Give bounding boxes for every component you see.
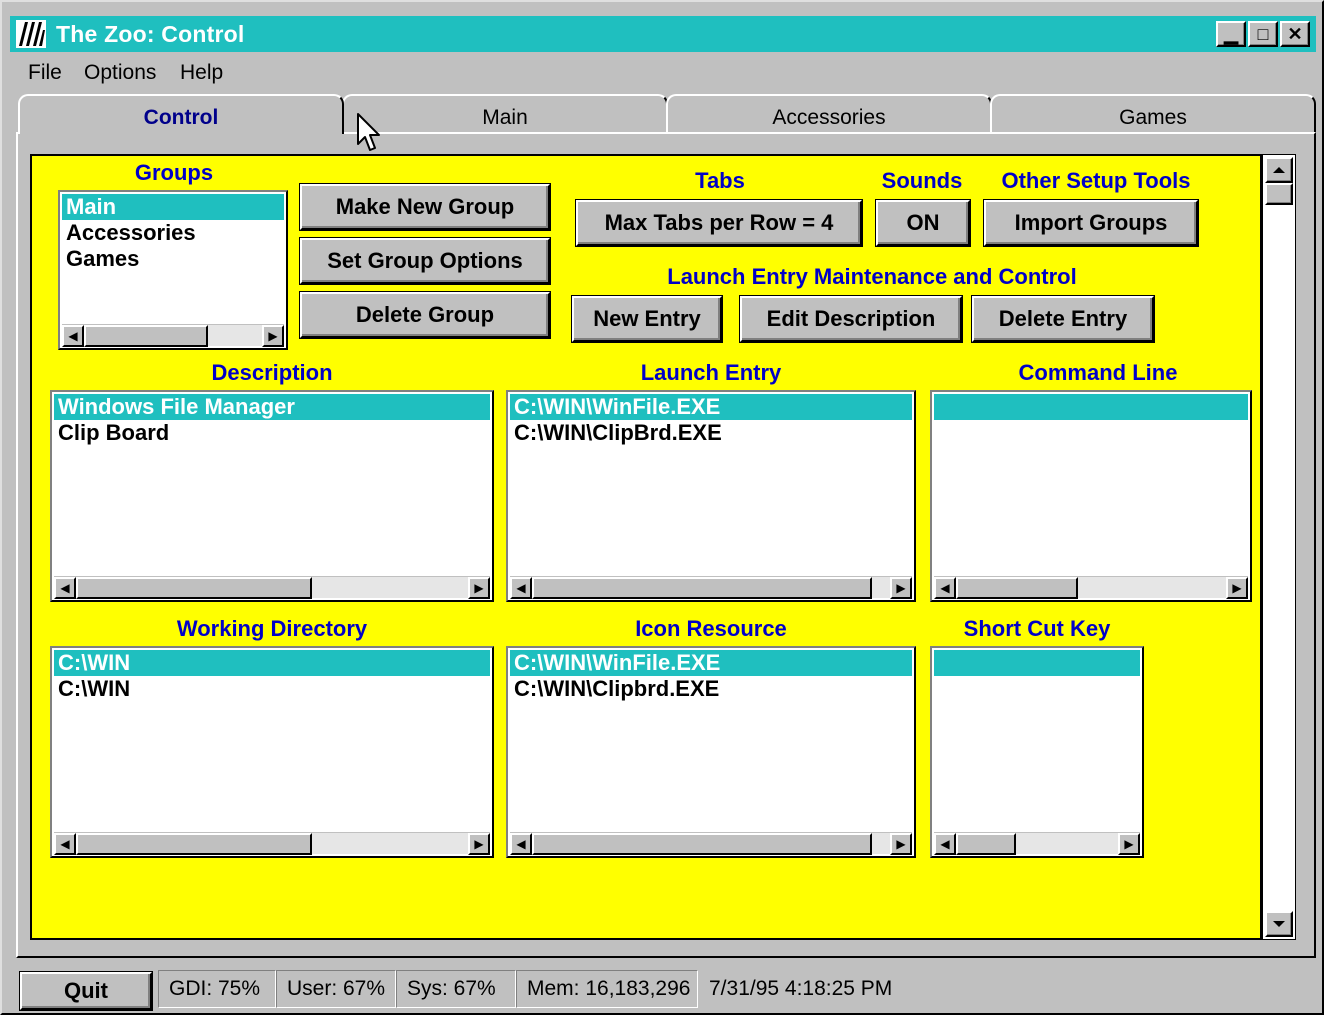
- launch-entry-listbox[interactable]: C:\WIN\WinFile.EXE C:\WIN\ClipBrd.EXE ◀ …: [506, 390, 916, 602]
- scroll-right-arrow-icon[interactable]: ▶: [1118, 833, 1140, 855]
- scroll-right-arrow-icon[interactable]: ▶: [1226, 577, 1248, 599]
- list-item[interactable]: Accessories: [62, 220, 284, 246]
- tab-accessories[interactable]: Accessories: [666, 94, 992, 134]
- scroll-right-arrow-icon[interactable]: ▶: [468, 577, 490, 599]
- import-groups-button[interactable]: Import Groups: [984, 200, 1198, 246]
- delete-group-button[interactable]: Delete Group: [300, 292, 550, 338]
- horizontal-scrollbar[interactable]: ◀ ▶: [934, 832, 1140, 855]
- horizontal-scrollbar[interactable]: ◀ ▶: [54, 576, 490, 599]
- scroll-thumb[interactable]: [84, 325, 208, 347]
- maximize-icon: □: [1257, 23, 1269, 44]
- list-item[interactable]: Games: [62, 246, 284, 272]
- scroll-thumb[interactable]: [956, 577, 1078, 599]
- description-label: Description: [211, 360, 333, 385]
- max-tabs-per-row-button[interactable]: Max Tabs per Row = 4: [576, 200, 862, 246]
- scroll-thumb[interactable]: [532, 577, 872, 599]
- memory-status: Mem: 16,183,296: [516, 970, 698, 1008]
- scroll-up-arrow-icon[interactable]: [1265, 157, 1293, 183]
- scroll-right-arrow-icon[interactable]: ▶: [890, 833, 912, 855]
- tab-games[interactable]: Games: [990, 94, 1316, 134]
- make-new-group-button[interactable]: Make New Group: [300, 184, 550, 230]
- list-item[interactable]: C:\WIN\WinFile.EXE: [510, 394, 912, 420]
- vertical-scrollbar[interactable]: [1262, 154, 1296, 940]
- list-item[interactable]: C:\WIN\Clipbrd.EXE: [510, 676, 912, 702]
- datetime-status: 7/31/95 4:18:25 PM: [709, 977, 893, 1000]
- edit-description-button[interactable]: Edit Description: [740, 296, 962, 342]
- scroll-right-arrow-icon[interactable]: ▶: [890, 577, 912, 599]
- scroll-left-arrow-icon[interactable]: ◀: [510, 833, 532, 855]
- quit-button[interactable]: Quit: [20, 972, 152, 1010]
- scroll-down-arrow-icon[interactable]: [1265, 911, 1293, 937]
- delete-entry-button[interactable]: Delete Entry: [972, 296, 1154, 342]
- horizontal-scrollbar[interactable]: ◀ ▶: [62, 324, 284, 347]
- zebra-icon: [16, 20, 46, 48]
- horizontal-scrollbar[interactable]: ◀ ▶: [934, 576, 1248, 599]
- user-status: User: 67%: [276, 970, 396, 1008]
- minimize-icon: ▁: [1224, 23, 1238, 44]
- close-icon: ✕: [1287, 23, 1303, 44]
- app-window: The Zoo: Control ▁ □ ✕ File Options Help…: [0, 0, 1324, 1015]
- scroll-thumb[interactable]: [76, 577, 312, 599]
- description-listbox[interactable]: Windows File Manager Clip Board ◀ ▶: [50, 390, 494, 602]
- sounds-toggle-button[interactable]: ON: [876, 200, 970, 246]
- groups-label: Groups: [134, 160, 214, 185]
- maximize-button[interactable]: □: [1248, 21, 1278, 47]
- status-bar: Quit GDI: 75% User: 67% Sys: 67% Mem: 16…: [10, 964, 1316, 1012]
- tab-control[interactable]: Control: [18, 94, 344, 134]
- gdi-status: GDI: 75%: [158, 970, 276, 1008]
- sounds-label: Sounds: [881, 168, 963, 193]
- command-line-label: Command Line: [1018, 360, 1178, 385]
- scroll-thumb[interactable]: [76, 833, 312, 855]
- list-item[interactable]: [934, 394, 1248, 420]
- mouse-cursor-icon: [357, 113, 380, 151]
- tabs-label: Tabs: [695, 168, 745, 193]
- scroll-thumb[interactable]: [1265, 183, 1293, 205]
- short-cut-key-label: Short Cut Key: [963, 616, 1111, 641]
- menu-help[interactable]: Help: [180, 60, 223, 86]
- scroll-right-arrow-icon[interactable]: ▶: [262, 325, 284, 347]
- scroll-left-arrow-icon[interactable]: ◀: [62, 325, 84, 347]
- list-item[interactable]: C:\WIN\WinFile.EXE: [510, 650, 912, 676]
- icon-resource-label: Icon Resource: [635, 616, 787, 641]
- menu-options[interactable]: Options: [84, 60, 156, 86]
- menu-bar: File Options Help: [10, 54, 1316, 90]
- command-line-listbox[interactable]: ◀ ▶: [930, 390, 1252, 602]
- list-item[interactable]: Windows File Manager: [54, 394, 490, 420]
- horizontal-scrollbar[interactable]: ◀ ▶: [54, 832, 490, 855]
- new-entry-button[interactable]: New Entry: [572, 296, 722, 342]
- horizontal-scrollbar[interactable]: ◀ ▶: [510, 832, 912, 855]
- list-item[interactable]: [934, 650, 1140, 676]
- list-item[interactable]: C:\WIN: [54, 650, 490, 676]
- scroll-left-arrow-icon[interactable]: ◀: [54, 833, 76, 855]
- icon-resource-listbox[interactable]: C:\WIN\WinFile.EXE C:\WIN\Clipbrd.EXE ◀ …: [506, 646, 916, 858]
- list-item[interactable]: C:\WIN: [54, 676, 490, 702]
- scroll-thumb[interactable]: [956, 833, 1016, 855]
- launch-entry-maintenance-label: Launch Entry Maintenance and Control: [667, 264, 1077, 289]
- working-directory-listbox[interactable]: C:\WIN C:\WIN ◀ ▶: [50, 646, 494, 858]
- scroll-left-arrow-icon[interactable]: ◀: [934, 833, 956, 855]
- scroll-thumb[interactable]: [532, 833, 872, 855]
- list-item[interactable]: Main: [62, 194, 284, 220]
- set-group-options-button[interactable]: Set Group Options: [300, 238, 550, 284]
- title-bar[interactable]: The Zoo: Control ▁ □ ✕: [10, 16, 1316, 52]
- other-setup-tools-label: Other Setup Tools: [1001, 168, 1191, 193]
- scroll-right-arrow-icon[interactable]: ▶: [468, 833, 490, 855]
- scroll-left-arrow-icon[interactable]: ◀: [934, 577, 956, 599]
- launch-entry-label: Launch Entry: [640, 360, 782, 385]
- groups-listbox[interactable]: Main Accessories Games ◀ ▶: [58, 190, 288, 350]
- list-item[interactable]: C:\WIN\ClipBrd.EXE: [510, 420, 912, 446]
- window-title: The Zoo: Control: [56, 21, 245, 47]
- menu-file[interactable]: File: [28, 60, 62, 86]
- scroll-left-arrow-icon[interactable]: ◀: [54, 577, 76, 599]
- tab-main[interactable]: Main: [342, 94, 668, 134]
- horizontal-scrollbar[interactable]: ◀ ▶: [510, 576, 912, 599]
- scroll-left-arrow-icon[interactable]: ◀: [510, 577, 532, 599]
- list-item[interactable]: Clip Board: [54, 420, 490, 446]
- short-cut-key-listbox[interactable]: ◀ ▶: [930, 646, 1144, 858]
- close-button[interactable]: ✕: [1280, 21, 1310, 47]
- working-directory-label: Working Directory: [176, 616, 368, 641]
- sys-status: Sys: 67%: [396, 970, 516, 1008]
- minimize-button[interactable]: ▁: [1216, 21, 1246, 47]
